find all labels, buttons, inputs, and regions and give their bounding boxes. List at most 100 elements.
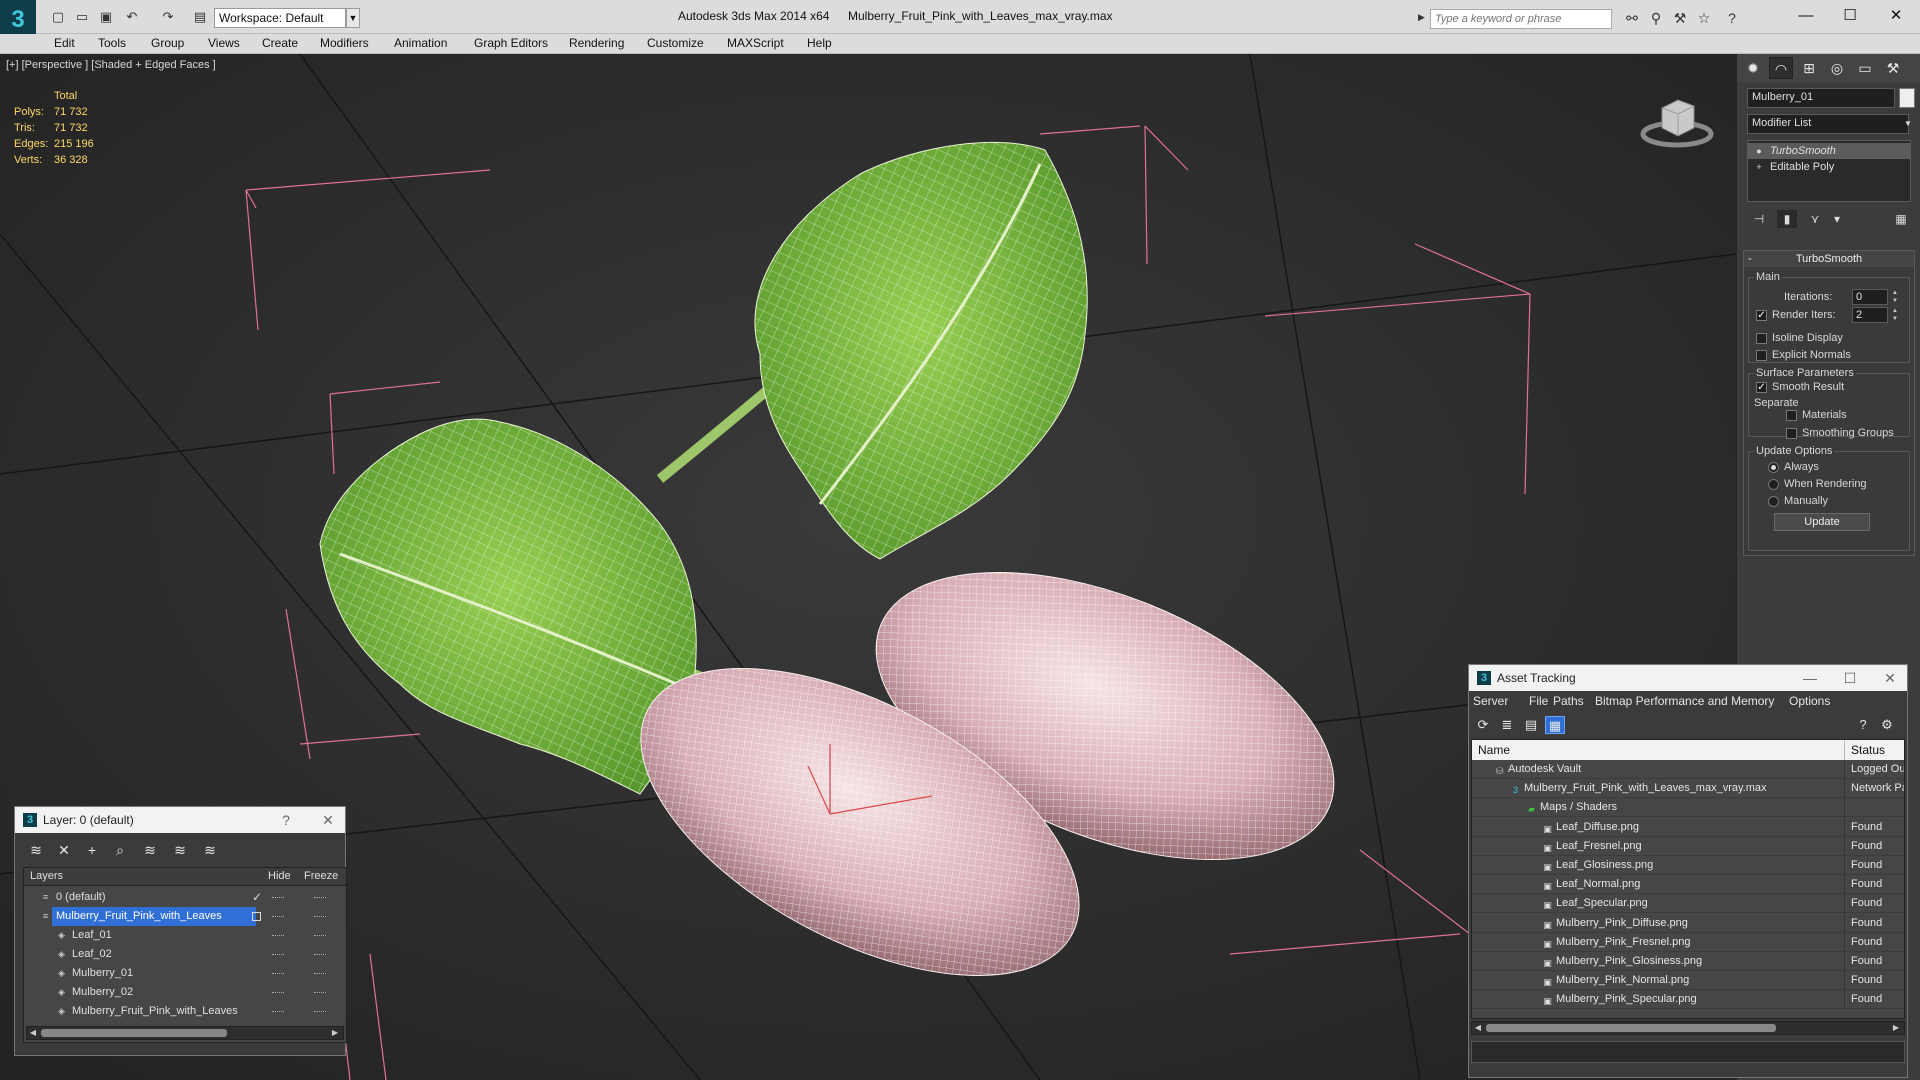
menu-group[interactable]: Group: [151, 36, 184, 50]
object-color-swatch[interactable]: [1899, 88, 1915, 108]
freeze-toggle[interactable]: [314, 935, 326, 936]
col-hide[interactable]: Hide: [268, 870, 291, 882]
viewcube-icon[interactable]: [1638, 90, 1716, 150]
layer-row[interactable]: ≡ 0 (default) ✓: [24, 888, 346, 907]
asset-minimize-button[interactable]: —: [1793, 665, 1827, 691]
layer-row[interactable]: ◈ Mulberry_02: [24, 983, 346, 1002]
save-file-icon[interactable]: ▣: [96, 8, 116, 26]
layer-name[interactable]: Mulberry_02: [68, 983, 137, 1002]
hide-toggle[interactable]: [272, 954, 284, 955]
scroll-right-icon[interactable]: ▶: [1890, 1022, 1902, 1034]
scroll-thumb[interactable]: [41, 1029, 227, 1037]
create-tab-icon[interactable]: ✹: [1741, 57, 1765, 79]
pin-stack-icon[interactable]: ⊣: [1749, 210, 1769, 228]
col-status[interactable]: Status: [1844, 740, 1885, 760]
layer-close-button[interactable]: ✕: [311, 807, 345, 833]
chevron-down-icon[interactable]: ▼: [1902, 117, 1914, 131]
make-unique-icon[interactable]: ⋎: [1805, 210, 1825, 228]
configure-sets-icon[interactable]: ▦: [1891, 210, 1911, 228]
explicit-normals-checkbox[interactable]: [1756, 350, 1767, 361]
asset-row[interactable]: ▣ Mulberry_Pink_Specular.png Found: [1472, 990, 1904, 1010]
radio-manually[interactable]: [1768, 496, 1779, 507]
menu-help[interactable]: Help: [807, 36, 832, 50]
rollout-header[interactable]: - TurboSmooth: [1744, 251, 1914, 267]
open-file-icon[interactable]: ▭: [72, 8, 92, 26]
freeze-toggle[interactable]: [314, 954, 326, 955]
highlight-layer-icon[interactable]: ≋: [139, 841, 161, 859]
scroll-left-icon[interactable]: ◀: [1472, 1022, 1484, 1034]
layer-name[interactable]: Mulberry_01: [68, 964, 137, 983]
current-layer-check-icon[interactable]: ✓: [252, 888, 262, 907]
menu-rendering[interactable]: Rendering: [569, 36, 624, 50]
viewport-label[interactable]: [+] [Perspective ] [Shaded + Edged Faces…: [6, 59, 216, 71]
collapse-icon[interactable]: -: [1748, 251, 1752, 267]
hide-toggle[interactable]: [272, 992, 284, 993]
hierarchy-tab-icon[interactable]: ⊞: [1797, 57, 1821, 79]
asset-row[interactable]: ▣ Mulberry_Pink_Fresnel.png Found: [1472, 932, 1904, 952]
asset-row[interactable]: 3 Mulberry_Fruit_Pink_with_Leaves_max_vra…: [1472, 779, 1904, 799]
freeze-toggle[interactable]: [314, 973, 326, 974]
refresh-icon[interactable]: ⟳: [1473, 716, 1493, 734]
freeze-toggle[interactable]: [314, 992, 326, 993]
expand-plus-icon[interactable]: +: [1754, 162, 1764, 172]
modifier-list-dropdown[interactable]: Modifier List ▼: [1747, 114, 1912, 134]
smooth-result-checkbox[interactable]: ✓: [1756, 382, 1767, 393]
menu-create[interactable]: Create: [262, 36, 298, 50]
subscription-icon[interactable]: ⚲: [1646, 9, 1666, 27]
hide-toggle[interactable]: [272, 897, 284, 898]
table-view-icon[interactable]: ▦: [1545, 716, 1565, 734]
asset-row[interactable]: ▣ Leaf_Normal.png Found: [1472, 875, 1904, 895]
search-input[interactable]: [1430, 9, 1612, 29]
layer-window-titlebar[interactable]: 3 Layer: 0 (default) ? ✕: [15, 807, 345, 833]
stack-item-turbosmooth[interactable]: ● TurboSmooth: [1748, 143, 1910, 159]
object-name-field[interactable]: Mulberry_01: [1747, 88, 1895, 108]
asset-hscrollbar[interactable]: ◀ ▶: [1471, 1021, 1905, 1035]
lightbulb-icon[interactable]: ●: [1754, 146, 1764, 156]
asset-row[interactable]: ▣ Leaf_Fresnel.png Found: [1472, 836, 1904, 856]
isoline-display-checkbox[interactable]: [1756, 333, 1767, 344]
render-iters-field[interactable]: 2: [1852, 307, 1888, 323]
freeze-toggle[interactable]: [314, 897, 326, 898]
radio-always[interactable]: [1768, 462, 1779, 473]
asset-menu-server[interactable]: Server: [1473, 694, 1508, 708]
details-view-icon[interactable]: ▤: [1521, 716, 1541, 734]
motion-tab-icon[interactable]: ◎: [1825, 57, 1849, 79]
menu-edit[interactable]: Edit: [54, 36, 75, 50]
add-to-layer-icon[interactable]: +: [81, 841, 103, 859]
materials-checkbox[interactable]: [1786, 410, 1797, 421]
freeze-toggle[interactable]: [314, 1011, 326, 1012]
layer-help-button[interactable]: ?: [269, 807, 303, 833]
menu-maxscript[interactable]: MAXScript: [727, 36, 784, 50]
redo-icon[interactable]: ↷: [158, 8, 178, 26]
utilities-tab-icon[interactable]: ⚒: [1881, 57, 1905, 79]
asset-row[interactable]: ▣ Mulberry_Pink_Normal.png Found: [1472, 971, 1904, 991]
col-layers[interactable]: Layers: [30, 870, 63, 882]
asset-menu-file[interactable]: File: [1529, 694, 1548, 708]
freeze-all-layers-icon[interactable]: ≋: [199, 841, 221, 859]
layer-name[interactable]: 0 (default): [52, 888, 110, 907]
layer-row[interactable]: ◈ Mulberry_Fruit_Pink_with_Leaves: [24, 1002, 346, 1021]
stack-item-editable-poly[interactable]: + Editable Poly: [1748, 159, 1910, 175]
search-expand-icon[interactable]: ▶: [1418, 12, 1425, 23]
close-button[interactable]: ✕: [1876, 4, 1916, 28]
render-iters-spinner[interactable]: ▲ ▼: [1890, 307, 1900, 323]
menu-animation[interactable]: Animation: [394, 36, 447, 50]
scroll-thumb[interactable]: [1486, 1024, 1776, 1032]
asset-row[interactable]: ⛁ Autodesk Vault Logged Ou: [1472, 760, 1904, 779]
project-folder-icon[interactable]: ▤: [190, 8, 210, 26]
remove-modifier-icon[interactable]: ▾: [1827, 210, 1847, 228]
asset-row[interactable]: ▰ Maps / Shaders: [1472, 798, 1904, 818]
menu-customize[interactable]: Customize: [647, 36, 704, 50]
asset-options-icon[interactable]: ⚙: [1877, 716, 1897, 734]
layer-row[interactable]: ≡ Mulberry_Fruit_Pink_with_Leaves: [24, 907, 346, 926]
layer-name[interactable]: Leaf_02: [68, 945, 116, 964]
layer-name[interactable]: Leaf_01: [68, 926, 116, 945]
iterations-field[interactable]: 0: [1852, 289, 1888, 305]
modify-tab-icon[interactable]: ◠: [1769, 57, 1793, 79]
display-tab-icon[interactable]: ▭: [1853, 57, 1877, 79]
favorites-icon[interactable]: ☆: [1694, 9, 1714, 27]
new-layer-icon[interactable]: ≋: [25, 841, 47, 859]
asset-help-icon[interactable]: ?: [1853, 716, 1873, 734]
minimize-button[interactable]: —: [1786, 4, 1826, 28]
hide-all-layers-icon[interactable]: ≋: [169, 841, 191, 859]
